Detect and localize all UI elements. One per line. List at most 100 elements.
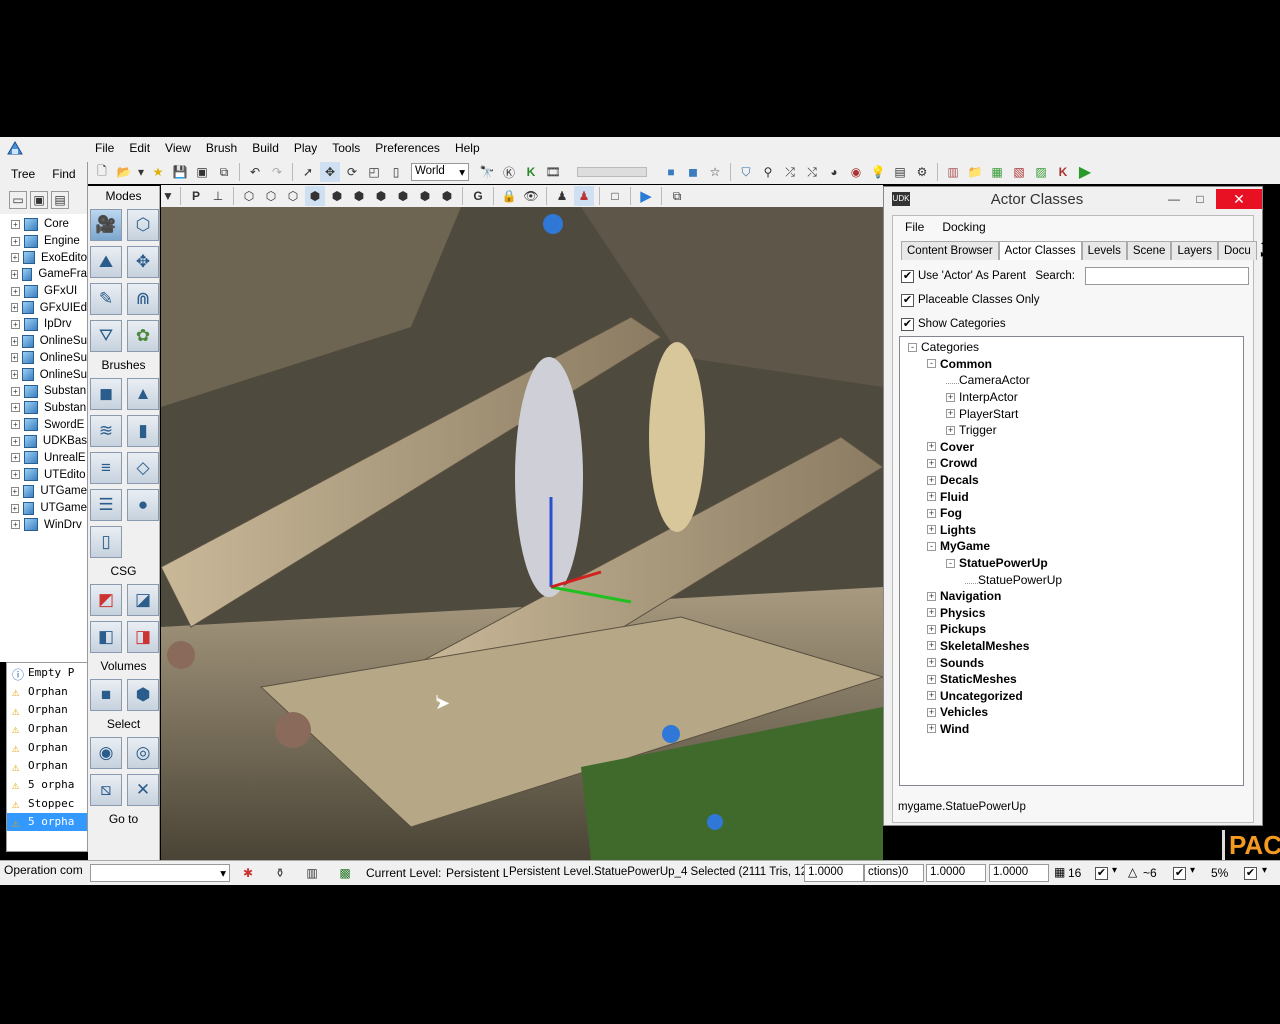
expand-icon[interactable]: + — [927, 641, 936, 651]
angle-icon[interactable]: △ — [1128, 865, 1137, 879]
folder-view-icon[interactable]: ▤ — [51, 191, 69, 209]
package-item[interactable]: + WinDrv — [0, 516, 87, 533]
landscape-mode-button[interactable]: ⛛ — [90, 320, 122, 352]
package-item[interactable]: + ExoEdito — [0, 249, 87, 266]
expand-icon[interactable]: + — [11, 503, 19, 513]
expand-icon[interactable]: + — [927, 508, 936, 518]
scale-x-field[interactable]: 1.0000 — [926, 864, 986, 882]
collapse-icon[interactable]: - — [927, 359, 936, 369]
cube-brush-button[interactable]: ◼ — [90, 378, 122, 410]
content-browser-icon[interactable]: ▥ — [943, 162, 963, 182]
expand-icon[interactable]: + — [11, 470, 20, 480]
brush-wireframe-icon[interactable]: ⬡ — [239, 186, 259, 206]
kismet-k-icon[interactable]: K — [1053, 162, 1073, 182]
tab-docu[interactable]: Docu — [1217, 241, 1257, 260]
save-icon[interactable]: 💾 — [170, 162, 190, 182]
tree-node[interactable]: StatuePowerUp — [900, 571, 1243, 588]
tree-node[interactable]: + Cover — [900, 439, 1243, 456]
foliage-mode-button[interactable]: ✿ — [127, 320, 159, 352]
csg-deintersect-button[interactable]: ◨ — [127, 621, 159, 653]
expand-icon[interactable]: + — [946, 425, 955, 435]
tree-node[interactable]: + Vehicles — [900, 704, 1243, 721]
texture-density-icon[interactable]: ⬢ — [393, 186, 413, 206]
shield-icon[interactable]: ⛉ — [736, 162, 756, 182]
package-item[interactable]: + UTGame — [0, 500, 87, 517]
menu-preferences[interactable]: Preferences — [368, 137, 448, 159]
expand-icon[interactable]: + — [11, 269, 18, 279]
tree-node[interactable]: + Decals — [900, 472, 1243, 489]
expand-icon[interactable]: + — [11, 236, 20, 246]
maximize-viewport-icon[interactable]: □ — [605, 186, 625, 206]
log-row[interactable]: ⚠ Orphan — [7, 700, 87, 719]
expand-icon[interactable]: + — [927, 707, 936, 717]
package-item[interactable]: + OnlineSu — [0, 333, 87, 350]
undo-icon[interactable]: ↶ — [245, 162, 265, 182]
toggle-icon[interactable]: ▥ — [302, 863, 322, 883]
path-icon[interactable]: ⤮ — [780, 162, 800, 182]
package-item[interactable]: + Substan — [0, 400, 87, 417]
expand-icon[interactable]: + — [946, 409, 955, 419]
tree-node[interactable]: + Fluid — [900, 488, 1243, 505]
tree-node[interactable]: + Trigger — [900, 422, 1243, 439]
expand-icon[interactable]: + — [11, 253, 19, 263]
expand-icon[interactable]: + — [927, 691, 936, 701]
detail-lighting-icon[interactable]: ⬢ — [327, 186, 347, 206]
new-icon[interactable]: 🗋 — [92, 162, 112, 182]
checkout-icon[interactable]: ▩ — [335, 863, 355, 883]
collapse-icon[interactable]: - — [927, 541, 936, 551]
clear-log-icon[interactable]: ✱ — [238, 863, 258, 883]
expand-icon[interactable]: + — [11, 486, 19, 496]
nonuniform-scale-icon[interactable]: ▯ — [386, 162, 406, 182]
tree-node[interactable]: - Categories — [900, 339, 1243, 356]
expand-icon[interactable]: + — [11, 336, 19, 346]
package-item[interactable]: + IpDrv — [0, 316, 87, 333]
kismet-add-icon[interactable]: K — [521, 162, 541, 182]
command-input[interactable]: ▾ — [90, 864, 230, 882]
collapse-icon[interactable]: - — [908, 342, 917, 352]
expand-icon[interactable]: + — [927, 475, 936, 485]
tree-node[interactable]: + PlayerStart — [900, 405, 1243, 422]
save-all-icon[interactable]: ▣ — [192, 162, 212, 182]
expand-icon[interactable]: + — [11, 319, 20, 329]
float-viewport-icon[interactable]: ⧉ — [667, 186, 687, 206]
expand-icon[interactable]: + — [927, 458, 936, 468]
speed-slider[interactable] — [577, 167, 647, 177]
scale-icon[interactable]: ◰ — [364, 162, 384, 182]
log-row[interactable]: ⚠ Orphan — [7, 738, 87, 757]
current-level-value[interactable]: Persistent Le — [446, 866, 508, 880]
grid-icon[interactable]: ▦ — [1054, 865, 1065, 879]
expand-icon[interactable]: + — [11, 353, 19, 363]
matinee-icon[interactable]: 🎞 — [543, 162, 563, 182]
tree-node[interactable]: - Common — [900, 356, 1243, 373]
sphere-brush-button[interactable]: ● — [127, 489, 159, 521]
translate-icon[interactable]: ✥ — [320, 162, 340, 182]
tree-node[interactable]: + StaticMeshes — [900, 671, 1243, 688]
light-complexity-icon[interactable]: ⬢ — [371, 186, 391, 206]
tree-node[interactable]: - StatuePowerUp — [900, 555, 1243, 572]
expand-icon[interactable]: + — [11, 453, 20, 463]
package-item[interactable]: + GameFra — [0, 266, 87, 283]
eye-icon[interactable]: 👁 — [521, 186, 541, 206]
cinematic-view-icon[interactable]: ♟ — [552, 186, 572, 206]
minimize-icon[interactable]: — — [1164, 189, 1184, 209]
shader-complexity-icon[interactable]: ⬢ — [415, 186, 435, 206]
package-item[interactable]: + UnrealE — [0, 450, 87, 467]
expand-icon[interactable]: + — [927, 674, 936, 684]
menu-play[interactable]: Play — [287, 137, 325, 159]
curved-stair-brush-button[interactable]: ≋ — [90, 415, 122, 447]
log-row[interactable]: ⓘ Empty P — [7, 663, 87, 682]
open-icon[interactable]: 📂 — [114, 162, 134, 182]
realtime-preview-icon[interactable]: ♟ — [574, 186, 594, 206]
package-item[interactable]: + GFxUI — [0, 283, 87, 300]
play-icon[interactable]: ▶ — [1075, 162, 1095, 182]
realtime-icon[interactable]: ◼ — [683, 162, 703, 182]
cone-brush-button[interactable]: ▲ — [127, 378, 159, 410]
coordinate-system-select[interactable]: World ▾ — [411, 163, 469, 181]
tab-layers[interactable]: Layers — [1171, 241, 1218, 260]
game-view-icon[interactable]: G — [468, 186, 488, 206]
menu-build[interactable]: Build — [245, 137, 287, 159]
texture-mode-button[interactable]: ✎ — [90, 283, 122, 315]
expand-icon[interactable]: + — [11, 370, 19, 380]
tree-node[interactable]: + InterpActor — [900, 389, 1243, 406]
light-icon[interactable]: ⚲ — [758, 162, 778, 182]
